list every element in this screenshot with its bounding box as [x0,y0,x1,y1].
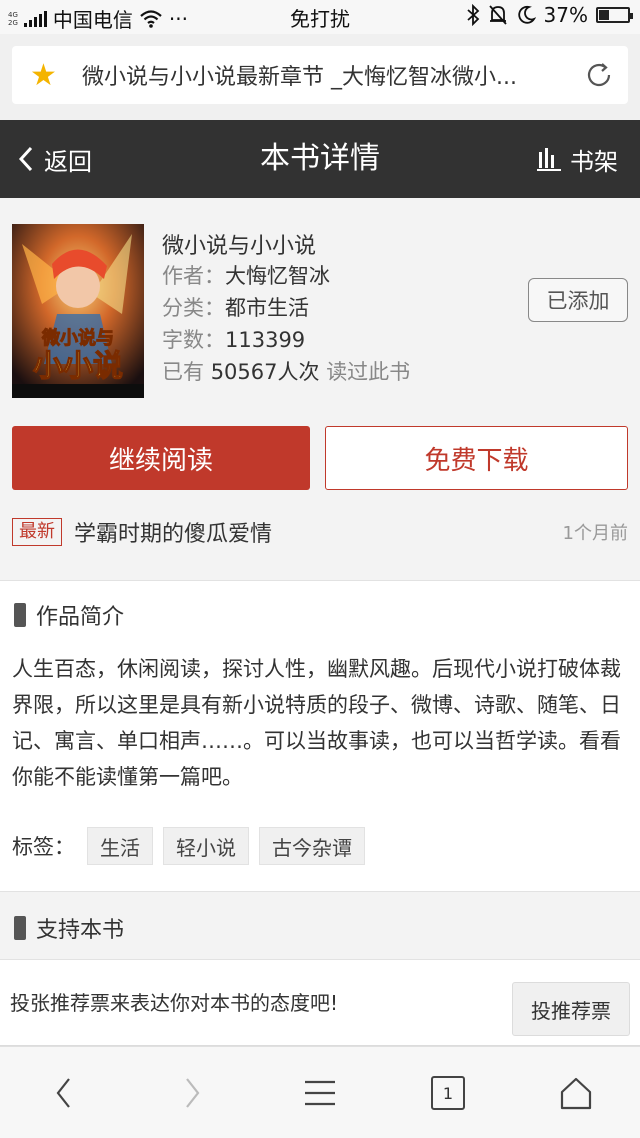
tags-row: 标签： 生活 轻小说 古今杂谭 [12,827,375,865]
support-heading: 支持本书 [14,912,124,944]
refresh-icon[interactable] [584,60,614,90]
chevron-right-icon [186,1078,200,1108]
section-marker-icon [14,603,26,627]
book-info-section: 微小说与 小小说 微小说与小小说 作者：大悔忆智冰 分类：都市生活 字数：113… [0,198,640,580]
page-title-url[interactable]: 微小说与小小说最新章节 _大悔忆智冰微小... [82,59,562,91]
battery-icon [596,7,633,23]
support-text: 投张推荐票来表达你对本书的态度吧! [10,991,339,1015]
latest-chapter-title[interactable]: 学霸时期的傻瓜爱情 [74,516,272,548]
readers-row: 已有 50567人次 读过此书 [162,356,410,388]
section-marker-icon [14,916,26,940]
bookshelf-label: 书架 [570,147,618,176]
author-row: 作者：大悔忆智冰 [162,260,410,292]
word-count-value: 113399 [225,328,306,352]
author-name[interactable]: 大悔忆智冰 [225,264,330,288]
added-to-shelf-button[interactable]: 已添加 [528,278,628,322]
status-bar: 4G 2G 中国电信 ··· 免打扰 37% [0,0,640,34]
intro-section: 作品简介 人生百态，休闲阅读，探讨人性，幽默风趣。后现代小说打破体裁界限，所以这… [0,580,640,892]
book-cover-art: 微小说与 小小说 [12,224,144,398]
continue-reading-button[interactable]: 继续阅读 [12,426,310,490]
address-bar[interactable]: ★ 微小说与小小说最新章节 _大悔忆智冰微小... [12,46,628,104]
intro-heading-text: 作品简介 [36,605,125,630]
support-heading-area: 支持本书 [0,892,640,960]
nav-menu-button[interactable] [300,1073,340,1113]
tags-label: 标签： [12,835,75,859]
nav-forward-button[interactable] [172,1073,212,1113]
latest-chapter-time: 1个月前 [562,523,628,544]
category-value[interactable]: 都市生活 [225,296,309,320]
vote-recommend-button[interactable]: 投推荐票 [512,982,630,1036]
battery-fill [599,10,609,20]
word-count-row: 字数：113399 [162,324,410,356]
tab-count-icon: 1 [431,1076,465,1110]
menu-icon [305,1080,335,1106]
bookmark-star-icon[interactable]: ★ [30,58,62,93]
free-download-button[interactable]: 免费下载 [325,426,628,490]
intro-text: 人生百态，休闲阅读，探讨人性，幽默风趣。后现代小说打破体裁界限，所以这里是具有新… [12,657,621,789]
cover-title-line2: 小小说 [33,349,123,384]
author-label: 作者： [162,264,225,288]
latest-chapter-row[interactable]: 最新 学霸时期的傻瓜爱情 1个月前 [12,512,628,552]
home-icon [560,1077,592,1110]
tag-item[interactable]: 古今杂谭 [259,827,365,865]
category-row: 分类：都市生活 [162,292,410,324]
app-header: 返回 本书详情 书架 [0,120,640,198]
intro-heading: 作品简介 [14,599,124,631]
bookshelf-button[interactable]: 书架 [536,120,618,198]
support-heading-text: 支持本书 [36,918,125,943]
support-body: 投张推荐票来表达你对本书的态度吧! 投推荐票 [0,960,640,1046]
book-cover[interactable]: 微小说与 小小说 [12,224,144,398]
battery-percent: 37% [543,3,588,27]
browser-bottom-nav: 1 [0,1046,640,1138]
bookshelf-icon [537,148,561,171]
readers-prefix: 已有 [162,360,204,384]
latest-badge: 最新 [12,518,62,546]
browser-address-area: ★ 微小说与小小说最新章节 _大悔忆智冰微小... [0,34,640,120]
book-meta: 微小说与小小说 作者：大悔忆智冰 分类：都市生活 字数：113399 已有 50… [162,228,410,388]
nav-home-button[interactable] [556,1073,596,1113]
nav-tabs-button[interactable]: 1 [428,1073,468,1113]
bluetooth-icon [466,4,479,26]
readers-count: 50567人次 [210,360,320,384]
tag-item[interactable]: 轻小说 [163,827,249,865]
cover-title-line1: 微小说与 [41,327,114,349]
nav-back-button[interactable] [44,1073,84,1113]
word-count-label: 字数： [162,328,225,352]
readers-suffix: 读过此书 [326,360,411,384]
category-label: 分类： [162,296,225,320]
bell-off-icon [488,5,507,25]
moon-icon [517,5,536,24]
status-right: 37% [466,3,633,27]
chevron-left-icon [56,1078,70,1108]
tag-item[interactable]: 生活 [87,827,153,865]
book-title[interactable]: 微小说与小小说 [162,228,410,260]
